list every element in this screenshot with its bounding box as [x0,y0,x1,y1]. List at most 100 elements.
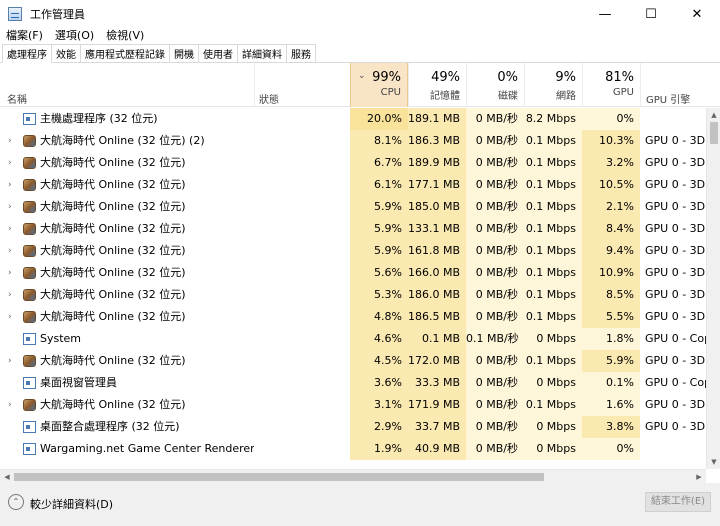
table-row[interactable]: › 大航海時代 Online (32 位元) 3.1% 171.9 MB 0 MB/秒 0… [0,394,706,416]
scroll-thumb[interactable] [710,122,718,144]
scroll-down-icon[interactable]: ▼ [707,455,720,469]
ship-icon [23,245,36,257]
process-name-cell: › 大航海時代 Online (32 位元) [0,240,254,262]
process-name: 桌面整合處理程序 (32 位元) [40,420,180,433]
column-header-gpu-engine[interactable]: GPU 引擎 [640,63,720,107]
process-status-cell [254,394,350,416]
process-disk-cell: 0 MB/秒 [466,438,524,460]
process-network-cell: 0.1 Mbps [524,152,582,174]
chevron-up-icon[interactable]: ⌃ [8,494,24,510]
process-name-cell: › 大航海時代 Online (32 位元) [0,174,254,196]
chevron-right-icon[interactable]: › [8,240,12,262]
process-network-cell: 0.1 Mbps [524,218,582,240]
table-row[interactable]: › 大航海時代 Online (32 位元) 5.9% 133.1 MB 0 MB/秒 0… [0,218,706,240]
process-name: 大航海時代 Online (32 位元) [40,354,186,367]
maximize-button[interactable]: ☐ [628,0,674,28]
scroll-left-icon[interactable]: ◀ [0,470,14,484]
menu-file[interactable]: 檔案(F) [6,27,43,43]
process-name-cell: › 大航海時代 Online (32 位元) [0,394,254,416]
column-header-network[interactable]: 9% 網路 [524,63,582,107]
chevron-right-icon[interactable]: › [8,218,12,240]
table-row[interactable]: 主機處理程序 (32 位元) 20.0% 189.1 MB 0 MB/秒 8.2 Mbp… [0,108,706,130]
process-memory-cell: 40.9 MB [408,438,466,460]
table-row[interactable]: › 大航海時代 Online (32 位元) 5.9% 161.8 MB 0 MB/秒 0… [0,240,706,262]
process-status-cell [254,108,350,130]
process-name-cell: 桌面整合處理程序 (32 位元) [0,416,254,438]
process-cpu-cell: 3.6% [350,372,408,394]
end-task-button[interactable]: 結束工作(E) [645,492,711,512]
process-status-cell [254,196,350,218]
table-row[interactable]: › 大航海時代 Online (32 位元) 5.6% 166.0 MB 0 MB/秒 0… [0,262,706,284]
table-row[interactable]: › 大航海時代 Online (32 位元) 4.8% 186.5 MB 0 MB/秒 0… [0,306,706,328]
chevron-right-icon[interactable]: › [8,262,12,284]
chevron-right-icon[interactable]: › [8,284,12,306]
table-row[interactable]: System 4.6% 0.1 MB 0.1 MB/秒 0 Mbps 1.8% GPU 0 … [0,328,706,350]
menu-view[interactable]: 檢視(V) [106,27,144,43]
footer: ⌃ 較少詳細資料(D) 結束工作(E) [0,483,720,526]
horizontal-scroll-thumb[interactable] [14,473,544,481]
column-header-disk[interactable]: 0% 磁碟 [466,63,524,107]
table-row[interactable]: 桌面整合處理程序 (32 位元) 2.9% 33.7 MB 0 MB/秒 0 Mbps 3… [0,416,706,438]
process-gpu-cell: 3.8% [582,416,640,438]
process-gpu-engine-cell: GPU 0 - 3D [645,222,706,235]
process-cpu-cell: 6.7% [350,152,408,174]
process-memory-cell: 161.8 MB [408,240,466,262]
scroll-up-icon[interactable]: ▲ [707,108,720,122]
chevron-right-icon[interactable]: › [8,394,12,416]
process-network-cell: 0 Mbps [524,438,582,460]
fewer-details-link[interactable]: 較少詳細資料(D) [30,496,113,512]
column-header-gpu[interactable]: 81% GPU [582,63,640,107]
chevron-right-icon[interactable]: › [8,130,12,152]
horizontal-scrollbar[interactable]: ◀ ▶ [0,469,706,483]
tab-performance[interactable]: 效能 [51,44,81,62]
chevron-right-icon[interactable]: › [8,174,12,196]
process-disk-cell: 0 MB/秒 [466,416,524,438]
table-row[interactable]: › 大航海時代 Online (32 位元) (2) 8.1% 186.3 MB 0 M… [0,130,706,152]
process-network-cell: 0.1 Mbps [524,240,582,262]
process-disk-cell: 0 MB/秒 [466,108,524,130]
table-row[interactable]: › 大航海時代 Online (32 位元) 5.9% 185.0 MB 0 MB/秒 0… [0,196,706,218]
process-gpu-engine-cell: GPU 0 - Copy [645,332,706,345]
scroll-right-icon[interactable]: ▶ [692,470,706,484]
process-status-cell [254,284,350,306]
system-icon [23,333,36,345]
column-header-name[interactable]: 名稱 [0,63,254,107]
column-header-memory[interactable]: 49% 記憶體 [408,63,466,107]
table-row[interactable]: › 大航海時代 Online (32 位元) 5.3% 186.0 MB 0 MB/秒 0… [0,284,706,306]
ship-icon [23,267,36,279]
process-name: System [40,332,82,345]
memory-label: 記憶體 [430,91,460,102]
close-button[interactable]: ✕ [674,0,720,28]
vertical-scrollbar[interactable]: ▲ ▼ [706,108,720,469]
table-row[interactable]: › 大航海時代 Online (32 位元) 6.7% 189.9 MB 0 MB/秒 0… [0,152,706,174]
menu-options[interactable]: 選項(O) [55,27,94,43]
process-gpu-cell: 1.8% [582,328,640,350]
column-header-cpu[interactable]: ⌄ 99% CPU [350,63,408,107]
table-header: 名稱 狀態 ⌄ 99% CPU 49% 記憶體 0% 磁碟 9% 網路 81% … [0,63,720,107]
tab-users[interactable]: 使用者 [198,44,238,62]
chevron-right-icon[interactable]: › [8,306,12,328]
tab-startup[interactable]: 開機 [169,44,199,62]
tab-app-history[interactable]: 應用程式歷程記錄 [80,44,170,62]
table-row[interactable]: › 大航海時代 Online (32 位元) 6.1% 177.1 MB 0 MB/秒 0… [0,174,706,196]
process-disk-cell: 0 MB/秒 [466,196,524,218]
minimize-button[interactable]: — [582,0,628,28]
tab-details[interactable]: 詳細資料 [237,44,287,62]
chevron-right-icon[interactable]: › [8,196,12,218]
process-name: 桌面視窗管理員 [40,376,117,389]
tab-services[interactable]: 服務 [286,44,316,62]
chevron-right-icon[interactable]: › [8,350,12,372]
column-header-status[interactable]: 狀態 [254,63,350,107]
table-row[interactable]: › 大航海時代 Online (32 位元) 4.5% 172.0 MB 0 MB/秒 0… [0,350,706,372]
process-status-cell [254,416,350,438]
process-gpu-engine-cell: GPU 0 - 3D [645,178,706,191]
process-memory-cell: 133.1 MB [408,218,466,240]
process-disk-cell: 0 MB/秒 [466,152,524,174]
chevron-right-icon[interactable]: › [8,152,12,174]
process-table: 名稱 狀態 ⌄ 99% CPU 49% 記憶體 0% 磁碟 9% 網路 81% … [0,63,720,469]
tab-processes[interactable]: 處理程序 [2,44,52,63]
table-row[interactable]: 桌面視窗管理員 3.6% 33.3 MB 0 MB/秒 0 Mbps 0.1% GPU 0 … [0,372,706,394]
table-row[interactable]: Wargaming.net Game Center Renderer (32 .… [0,438,706,460]
process-disk-cell: 0 MB/秒 [466,240,524,262]
process-gpu-cell: 3.2% [582,152,640,174]
